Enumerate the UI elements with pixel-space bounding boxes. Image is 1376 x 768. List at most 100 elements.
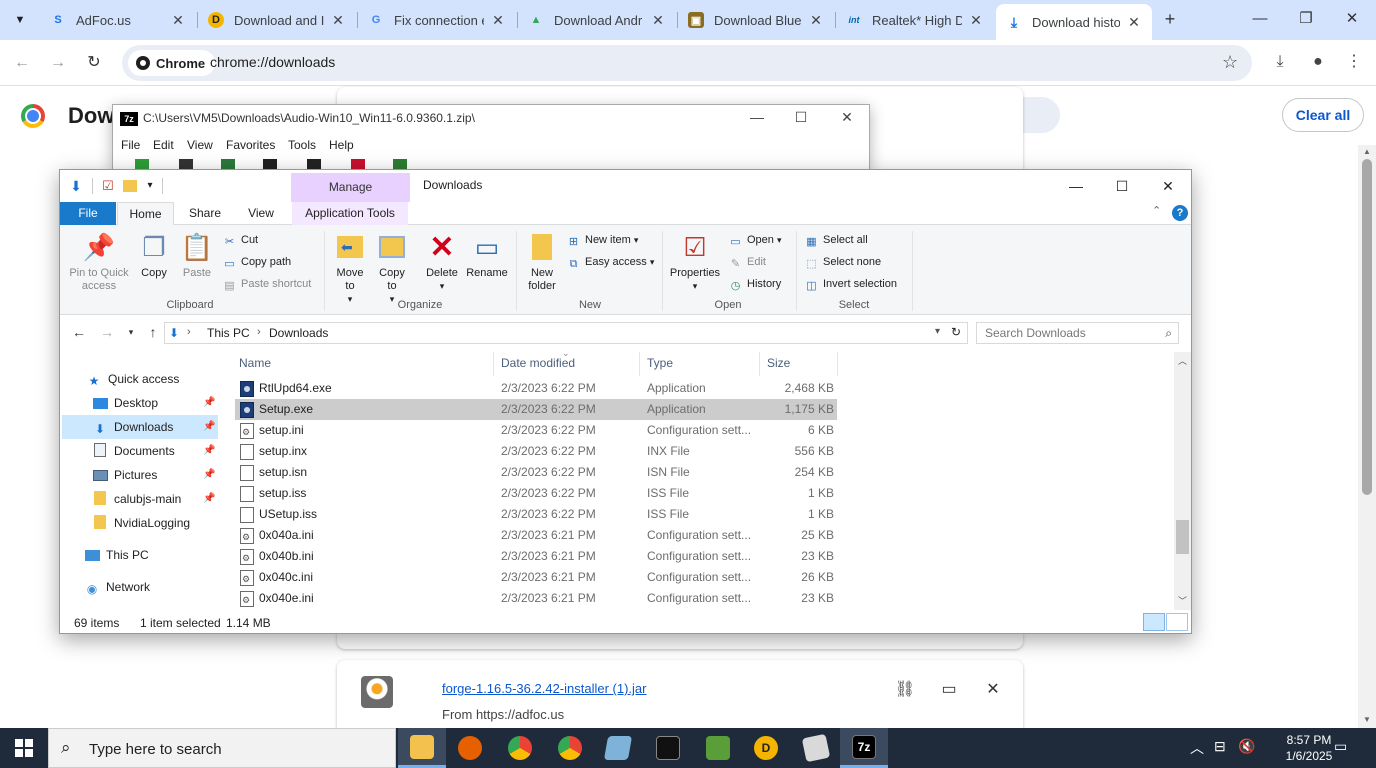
new-item-button[interactable]: ⊞ New item ▾ [566,231,639,249]
large-icons-view-button[interactable] [1166,613,1188,631]
maximize-icon[interactable]: ☐ [789,109,813,126]
tab-android[interactable]: ▲ Download Andr ✕ [518,6,676,34]
table-row-selected[interactable]: Setup.exe 2/3/2023 6:22 PM Application 1… [235,399,837,420]
tab-realtek[interactable]: int Realtek* High D ✕ [836,6,994,34]
column-separator[interactable] [759,352,760,376]
delete-button[interactable]: ✕ Delete ▾ [422,231,462,293]
invert-selection-button[interactable]: ◫ Invert selection [804,275,897,293]
edit-button[interactable]: ✎ Edit [728,253,766,271]
taskbar-terminal[interactable] [644,728,692,768]
url-text[interactable]: chrome://downloads [210,54,335,70]
tab-home[interactable]: Home [117,202,174,226]
table-row[interactable]: 0x040e.ini 2/3/2023 6:21 PM Configuratio… [235,588,837,609]
breadcrumb-separator-icon[interactable]: › [187,326,191,338]
tab-application-tools[interactable]: Application Tools [292,202,408,225]
new-folder-qat-icon[interactable] [122,178,138,194]
new-folder-button[interactable]: New folder [522,231,562,293]
column-separator[interactable] [493,352,494,376]
nav-pictures[interactable]: Pictures [90,463,218,487]
tab-file[interactable]: File [60,202,116,225]
nav-documents[interactable]: Documents [90,439,218,463]
notification-icon[interactable]: ▭ [1334,738,1347,755]
column-header-name[interactable]: Name [239,356,271,370]
forward-arrow-icon[interactable]: → [98,324,116,340]
table-row[interactable]: 0x040b.ini 2/3/2023 6:21 PM Configuratio… [235,546,837,567]
taskbar-search-box[interactable]: ⌕ Type here to search [48,728,396,768]
file-list-scrollbar[interactable]: ︿ ﹀ [1174,352,1191,610]
taskbar-chrome-profile[interactable] [546,728,594,768]
column-header-date[interactable]: Date modified [501,356,575,370]
refresh-icon[interactable]: ↻ [951,325,961,339]
breadcrumb-downloads[interactable]: Downloads [269,326,328,340]
reload-button[interactable]: ↻ [82,51,106,75]
table-row[interactable]: setup.inx 2/3/2023 6:22 PM INX File 556 … [235,441,837,462]
close-window-icon[interactable]: ✕ [1340,8,1364,32]
help-icon[interactable]: ? [1172,205,1188,221]
breadcrumb-this-pc[interactable]: This PC [207,326,250,340]
table-row[interactable]: USetup.iss 2/3/2023 6:22 PM ISS File 1 K… [235,504,837,525]
scrollbar-thumb[interactable] [1362,159,1372,495]
taskbar-firefox[interactable] [446,728,494,768]
column-header-size[interactable]: Size [767,356,790,370]
download-file-link[interactable]: forge-1.16.5-36.2.42-installer (1).jar [442,681,647,696]
menu-file[interactable]: File [121,138,140,152]
menu-edit[interactable]: Edit [153,138,174,152]
maximize-icon[interactable]: ☐ [1102,174,1142,198]
close-icon[interactable]: ✕ [1148,174,1188,198]
column-separator[interactable] [639,352,640,376]
rename-button[interactable]: ▭ Rename [464,231,510,280]
volume-muted-icon[interactable]: 🔇 [1238,738,1255,755]
taskbar-app-installer[interactable] [792,728,840,768]
address-dropdown-icon[interactable]: ▾ [935,326,940,337]
manage-contextual-tab[interactable]: Manage [291,173,410,202]
page-scrollbar[interactable]: ▲ ▼ [1358,145,1376,728]
copy-button[interactable]: ❐ Copy [136,231,172,280]
tab-share[interactable]: Share [180,202,230,225]
select-all-button[interactable]: ▦ Select all [804,231,867,249]
cut-button[interactable]: ✂ Cut [222,231,258,249]
collapse-ribbon-icon[interactable]: ⌃ [1152,204,1161,217]
table-row[interactable]: setup.isn 2/3/2023 6:22 PM ISN File 254 … [235,462,837,483]
site-info-chip[interactable]: Chrome [128,50,216,76]
breadcrumb-separator-icon[interactable]: › [257,326,261,338]
network-tray-icon[interactable]: ⊟ [1214,738,1226,755]
move-to-button[interactable]: ⬅ Move to ▾ [332,231,368,306]
pin-to-quick-access-button[interactable]: 📌 Pin to Quick access [66,231,132,293]
menu-help[interactable]: Help [329,138,354,152]
tab-download-history[interactable]: ⤓ Download histo ✕ [996,4,1152,40]
copy-to-button[interactable]: Copy to ▾ [374,231,410,306]
close-icon[interactable]: ✕ [808,12,824,29]
scroll-down-icon[interactable]: ﹀ [1174,594,1191,607]
address-path-box[interactable]: ⬇ › This PC › Downloads ▾ ↻ [164,322,968,344]
nav-this-pc[interactable]: This PC [84,543,149,567]
table-row[interactable]: RtlUpd64.exe 2/3/2023 6:22 PM Applicatio… [235,378,837,399]
system-clock[interactable]: 8:57 PM 1/6/2025 [1284,732,1334,764]
show-hidden-icons-chevron-icon[interactable]: ︿ [1190,738,1204,758]
minimize-icon[interactable]: — [1056,174,1096,198]
easy-access-button[interactable]: ⧉ Easy access ▾ [566,253,655,271]
new-tab-button[interactable]: + [1158,8,1182,32]
tab-fix-connection[interactable]: G Fix connection e ✕ [358,6,516,34]
address-bar[interactable]: Chrome chrome://downloads ☆ [122,45,1252,81]
forward-button[interactable]: → [46,51,70,75]
clear-all-button[interactable]: Clear all [1282,98,1364,132]
profile-icon[interactable]: ● [1306,50,1330,74]
tab-bluestacks[interactable]: ▣ Download Blue ✕ [678,6,834,34]
scroll-up-icon[interactable]: ▲ [1358,147,1376,156]
history-button[interactable]: ◷ History [728,275,782,293]
open-button[interactable]: ▭ Open ▾ [728,231,781,249]
close-icon[interactable]: ✕ [650,12,666,29]
paste-shortcut-button[interactable]: ▤ Paste shortcut [222,275,311,293]
scroll-down-icon[interactable]: ▼ [1358,715,1376,724]
tab-view[interactable]: View [238,202,284,225]
minimize-icon[interactable]: — [1248,8,1272,32]
nav-quick-access[interactable]: ★ Quick access [86,367,180,391]
taskbar-chrome[interactable] [496,728,544,768]
restore-icon[interactable]: ❐ [1294,8,1318,32]
paste-button[interactable]: 📋 Paste [178,231,216,280]
column-separator[interactable] [837,352,838,376]
properties-check-icon[interactable]: ☑ [100,178,116,194]
taskbar-driver-easy[interactable]: D [742,728,790,768]
copy-path-button[interactable]: ▭ Copy path [222,253,291,271]
close-icon[interactable]: ✕ [170,12,186,29]
